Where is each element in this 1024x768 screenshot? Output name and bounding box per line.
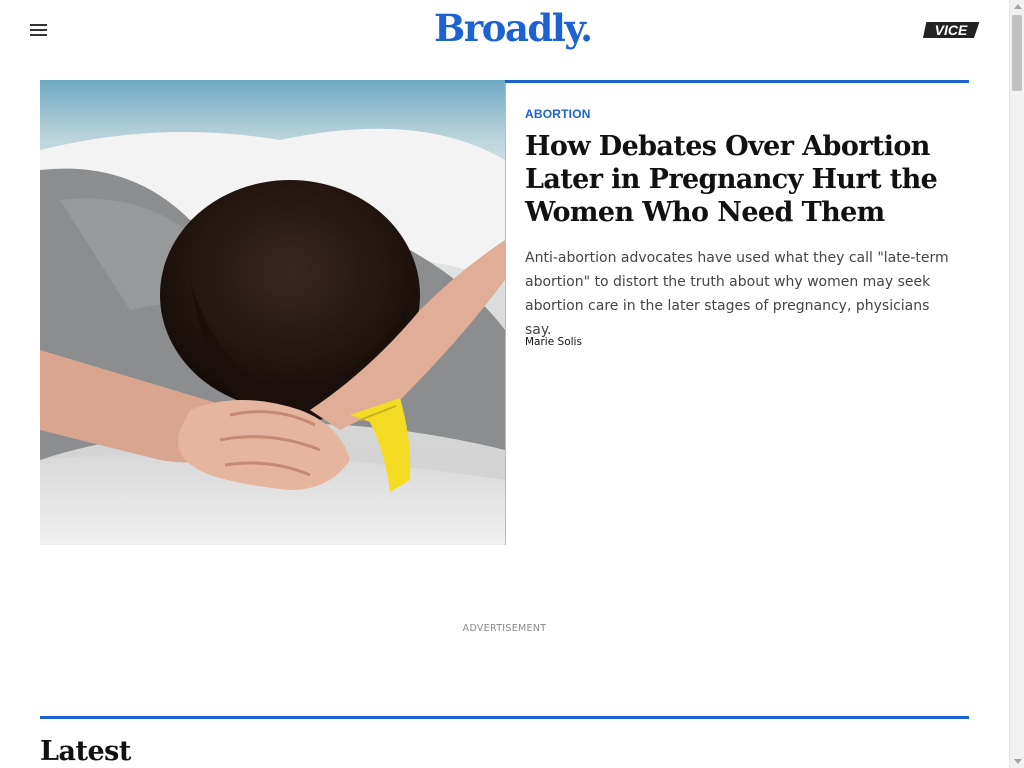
hero-article-card: ABORTION How Debates Over Abortion Later… [505,80,969,548]
page: Broadly. VICE ABORTION How Debates Over … [0,0,1009,768]
latest-section-title: Latest [40,736,131,767]
advertisement-label: ADVERTISEMENT [462,623,547,634]
broadly-logo[interactable]: Broadly. [434,6,593,50]
scroll-down-arrow-icon[interactable] [1014,759,1022,764]
scroll-up-arrow-icon[interactable] [1014,4,1022,9]
vertical-scrollbar[interactable] [1009,0,1024,768]
section-divider [40,716,969,719]
category-link-abortion[interactable]: ABORTION [525,107,591,121]
hero-image[interactable] [40,80,506,545]
hamburger-menu-icon[interactable] [30,23,47,37]
hero-headline-link[interactable]: How Debates Over Abortion Later in Pregn… [525,130,955,229]
hero-dek: Anti-abortion advocates have used what t… [525,250,949,338]
vice-logo-icon[interactable]: VICE [922,19,979,41]
author-link[interactable]: Marie Solis [525,336,582,348]
scrollbar-thumb[interactable] [1012,15,1022,91]
vice-logo-text: VICE [935,22,968,38]
hero-photo-illustration [40,80,505,545]
